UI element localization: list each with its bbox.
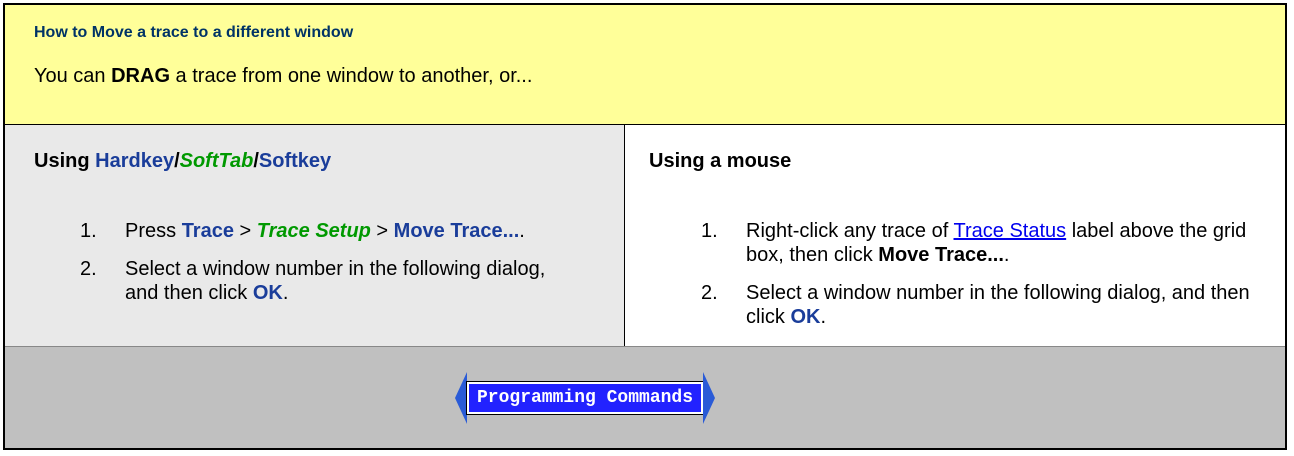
step-number: 1. — [80, 220, 97, 242]
title-hardkey: Hardkey — [95, 150, 175, 172]
ok-button-label: OK — [252, 282, 283, 304]
step-text: Press — [125, 220, 182, 242]
programming-commands-nav: Programming Commands — [455, 372, 716, 424]
list-item: 2. Select a window number in the followi… — [701, 281, 1261, 329]
step-end: . — [1003, 244, 1010, 266]
list-item: 2. Select a window number in the followi… — [80, 257, 580, 305]
list-item: 1. Press Trace > Trace Setup > Move Trac… — [80, 219, 580, 243]
step-text: Right-click any trace of — [746, 220, 954, 242]
hardkey-column-title: Using Hardkey/SoftTab/Softkey — [34, 150, 331, 173]
step-number: 2. — [80, 258, 97, 280]
step-text: Select a window number in the following … — [125, 258, 546, 304]
intro-prefix: You can — [34, 65, 112, 87]
help-panel: How to Move a trace to a different windo… — [3, 3, 1287, 450]
softkey-move-trace: Move Trace... — [393, 220, 520, 242]
list-item: 1. Right-click any trace of Trace Status… — [701, 219, 1261, 267]
intro-suffix: a trace from one window to another, or..… — [170, 65, 533, 87]
arrow-right-icon[interactable] — [703, 372, 716, 424]
arrow-left-icon[interactable] — [455, 372, 467, 424]
page-title: How to Move a trace to a different windo… — [34, 24, 354, 41]
mouse-steps-list: 1. Right-click any trace of Trace Status… — [701, 219, 1261, 343]
key-trace: Trace — [181, 220, 234, 242]
header-section: How to Move a trace to a different windo… — [5, 5, 1285, 125]
title-softkey: Softkey — [258, 150, 332, 172]
title-softtab: SoftTab — [179, 150, 254, 172]
intro-drag-emphasis: DRAG — [111, 65, 170, 87]
mouse-column-title: Using a mouse — [649, 150, 792, 172]
mouse-column: Using a mouse 1. Right-click any trace o… — [625, 125, 1285, 346]
intro-text: You can DRAG a trace from one window to … — [34, 65, 532, 88]
step-number: 1. — [701, 220, 718, 242]
ok-button-label: OK — [790, 306, 821, 328]
programming-commands-button[interactable]: Programming Commands — [467, 382, 704, 414]
step-end: . — [820, 306, 827, 328]
title-using: Using — [34, 150, 96, 172]
step-number: 2. — [701, 282, 718, 304]
footer-bar: Programming Commands — [5, 346, 1285, 448]
step-end: . — [282, 282, 289, 304]
softtab-trace-setup: Trace Setup — [256, 220, 371, 242]
hardkey-column: Using Hardkey/SoftTab/Softkey 1. Press T… — [5, 125, 625, 346]
step-separator: > — [233, 220, 257, 242]
step-end: . — [519, 220, 525, 242]
step-separator: > — [370, 220, 394, 242]
hardkey-steps-list: 1. Press Trace > Trace Setup > Move Trac… — [80, 219, 580, 319]
move-trace-menu-label: Move Trace... — [878, 244, 1004, 266]
trace-status-link[interactable]: Trace Status — [954, 220, 1067, 242]
